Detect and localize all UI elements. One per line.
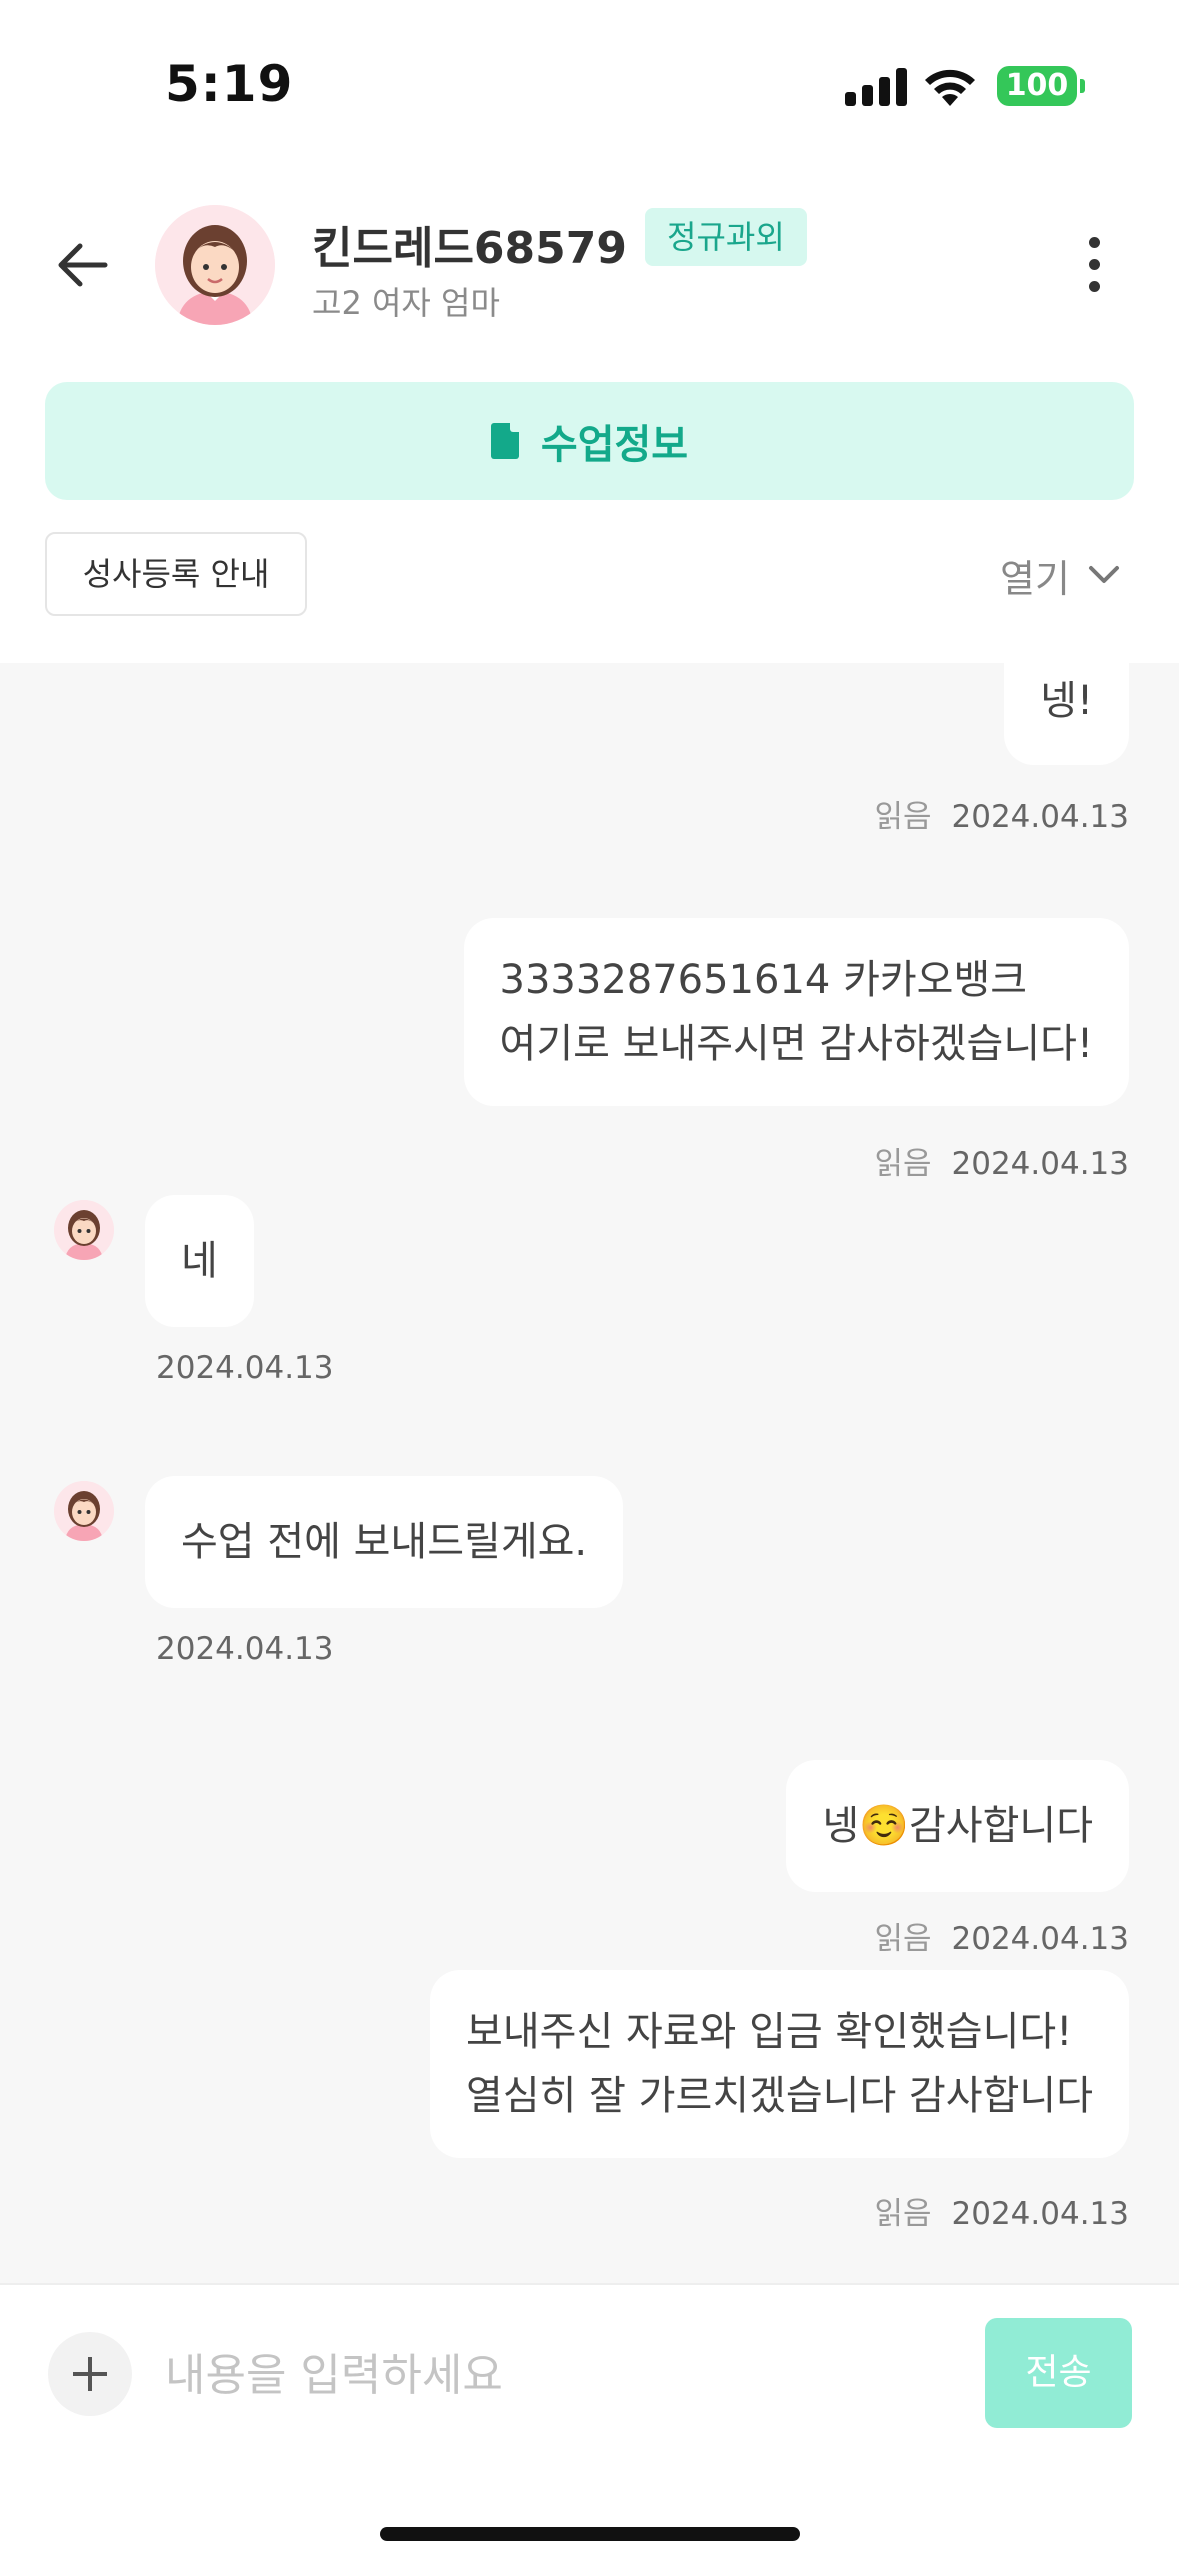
message-text: 여기로 보내주시면 감사하겠습니다! xyxy=(499,1021,1093,1067)
read-status: 읽음 xyxy=(874,1146,932,1182)
message-text: 보내주신 자료와 입금 확인했습니다! xyxy=(466,2009,1073,2055)
avatar[interactable] xyxy=(155,205,275,325)
battery-icon: 100 xyxy=(997,66,1077,106)
message-date: 2024.04.13 xyxy=(156,1350,334,1386)
more-options-icon[interactable] xyxy=(1080,230,1110,300)
read-status: 읽음 xyxy=(874,799,932,835)
lesson-type-badge: 정규과외 xyxy=(645,208,807,266)
received-message: 네 xyxy=(145,1195,254,1327)
message-meta: 읽음 2024.04.13 xyxy=(874,1138,1129,1183)
received-message: 수업 전에 보내드릴게요. xyxy=(145,1476,624,1608)
contact-description: 고2 여자 엄마 xyxy=(312,284,500,322)
status-bar: 5:19 100 xyxy=(0,0,1179,150)
message-text: 수업 전에 보내드릴게요. xyxy=(181,1519,588,1565)
attach-plus-button[interactable] xyxy=(48,2332,132,2416)
read-status: 읽음 xyxy=(874,2196,932,2232)
sent-message: 넹! xyxy=(1004,663,1129,765)
sent-message: 보내주신 자료와 입금 확인했습니다! 열심히 잘 가르치겠습니다 감사합니다 xyxy=(430,1970,1129,2158)
message-text: 넹! xyxy=(1040,678,1093,724)
message-meta: 2024.04.13 xyxy=(156,1631,334,1667)
sent-message: 3333287651614 카카오뱅크 여기로 보내주시면 감사하겠습니다! xyxy=(463,918,1129,1106)
chat-messages[interactable]: 넹! 읽음 2024.04.13 3333287651614 카카오뱅크 여기로 … xyxy=(0,663,1179,2283)
status-time: 5:19 xyxy=(165,55,294,113)
open-toggle[interactable]: 열기 xyxy=(1000,545,1120,605)
message-meta: 읽음 2024.04.13 xyxy=(874,791,1129,836)
message-text: 넹☺️감사합니다 xyxy=(822,1803,1093,1849)
back-arrow-icon[interactable] xyxy=(50,230,120,300)
battery-tip xyxy=(1080,79,1085,93)
avatar[interactable] xyxy=(54,1481,114,1541)
home-indicator xyxy=(380,2527,800,2541)
message-meta: 읽음 2024.04.13 xyxy=(874,1913,1129,1958)
message-meta: 읽음 2024.04.13 xyxy=(874,2188,1129,2233)
open-label: 열기 xyxy=(1000,556,1070,601)
contact-name: 킨드레드68579 xyxy=(312,223,627,274)
cellular-signal-icon xyxy=(845,68,907,106)
wifi-icon xyxy=(925,69,975,106)
chevron-down-icon xyxy=(1088,566,1119,583)
chat-header: 킨드레드68579 정규과외 고2 여자 엄마 xyxy=(0,190,1179,340)
class-info-button[interactable]: 수업정보 xyxy=(45,382,1134,500)
message-date: 2024.04.13 xyxy=(951,799,1130,835)
message-text: 3333287651614 카카오뱅크 xyxy=(499,957,1028,1003)
message-input-bar: 전송 xyxy=(0,2283,1179,2556)
registration-guide-button[interactable]: 성사등록 안내 xyxy=(45,532,307,616)
message-date: 2024.04.13 xyxy=(951,1146,1130,1182)
read-status: 읽음 xyxy=(874,1921,932,1957)
message-date: 2024.04.13 xyxy=(951,1921,1130,1957)
sent-message: 넹☺️감사합니다 xyxy=(786,1760,1129,1892)
message-text: 열심히 잘 가르치겠습니다 감사합니다 xyxy=(466,2073,1093,2119)
message-date: 2024.04.13 xyxy=(156,1631,334,1667)
document-icon xyxy=(490,423,519,459)
avatar[interactable] xyxy=(54,1200,114,1260)
message-input[interactable] xyxy=(165,2330,965,2420)
message-text: 네 xyxy=(181,1238,218,1284)
send-button[interactable]: 전송 xyxy=(985,2318,1132,2428)
message-meta: 2024.04.13 xyxy=(156,1350,334,1386)
class-info-label: 수업정보 xyxy=(540,422,689,468)
message-date: 2024.04.13 xyxy=(951,2196,1130,2232)
